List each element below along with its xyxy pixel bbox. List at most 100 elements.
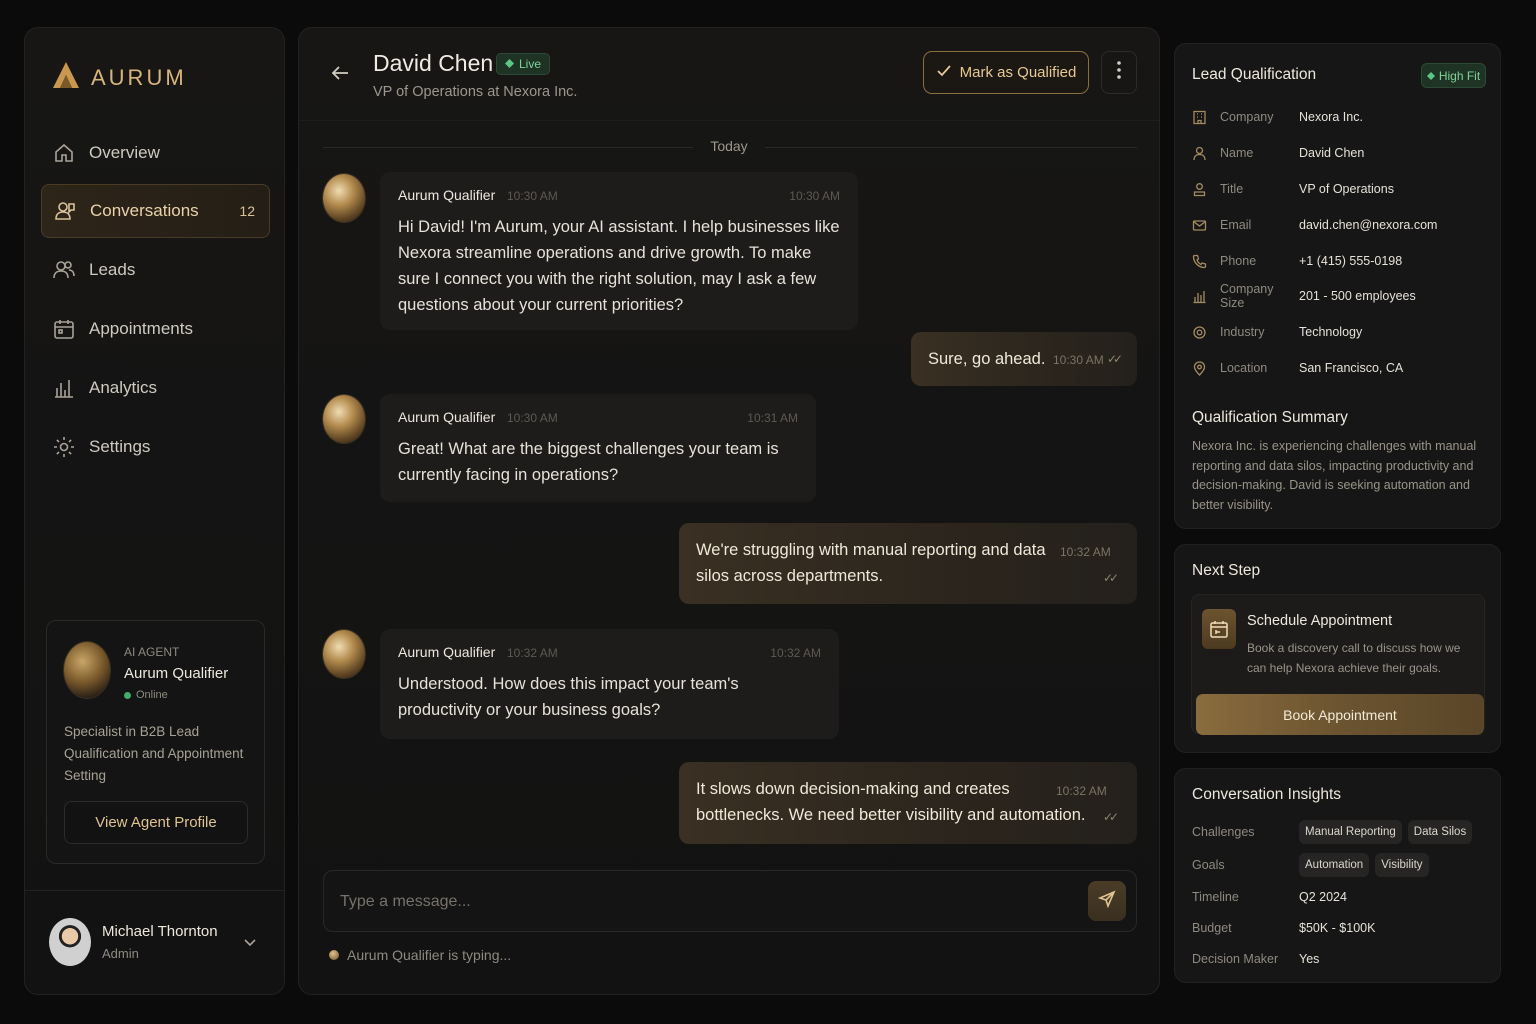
- message-input[interactable]: [340, 889, 1060, 915]
- message-time: 10:32 AM: [507, 646, 558, 660]
- sidebar-item-leads[interactable]: Leads: [41, 243, 270, 297]
- mark-as-qualified-button[interactable]: Mark as Qualified: [923, 51, 1089, 94]
- phone-icon: [1192, 254, 1220, 269]
- brand-name: AURUM: [91, 64, 187, 90]
- agent-message-avatar: [323, 174, 365, 222]
- field-label: Email: [1220, 218, 1252, 232]
- building-icon: [1192, 110, 1220, 125]
- field-value: Nexora Inc.: [1299, 110, 1363, 124]
- conversations-count-badge: 12: [239, 203, 255, 219]
- field-value: 201 - 500 employees: [1299, 289, 1416, 303]
- message-time: 10:30 AM: [1053, 353, 1104, 367]
- divider: [299, 120, 1159, 121]
- message-text: We're struggling with manual reporting a…: [696, 541, 1046, 585]
- field-value[interactable]: +1 (415) 555-0198: [1299, 254, 1402, 268]
- schedule-description: Book a discovery call to discuss how we …: [1247, 641, 1461, 675]
- back-arrow-icon[interactable]: [329, 62, 351, 89]
- day-separator: Today: [323, 138, 1137, 158]
- typing-indicator: Aurum Qualifier is typing...: [329, 947, 511, 963]
- brand-logo[interactable]: AURUM: [51, 60, 187, 95]
- double-check-icon: ✓✓: [1107, 352, 1123, 366]
- sidebar: AURUM Overview Conversations 12 Leads Ap…: [24, 27, 285, 995]
- insight-goals: Goals Automation Visibility: [1192, 853, 1492, 877]
- message-time: 10:30 AM: [507, 411, 558, 425]
- insight-label: Goals: [1192, 858, 1225, 872]
- field-value: Technology: [1299, 325, 1363, 339]
- field-value[interactable]: david.chen@nexora.com: [1299, 218, 1437, 232]
- agent-message: Aurum Qualifier 10:30 AM 10:30 AM Hi Dav…: [380, 172, 858, 330]
- field-label: Phone: [1220, 254, 1257, 268]
- chevron-down-icon[interactable]: [241, 933, 259, 956]
- day-label: Today: [710, 138, 748, 154]
- location-pin-icon: [1192, 360, 1220, 376]
- agent-typing-avatar: [329, 950, 339, 960]
- conversations-icon: [54, 200, 76, 222]
- user-avatar[interactable]: [49, 918, 91, 966]
- message-time-right: 10:30 AM: [789, 189, 840, 203]
- challenge-tag: Data Silos: [1407, 820, 1473, 844]
- field-name: Name David Chen: [1192, 143, 1492, 163]
- book-appointment-button[interactable]: Book Appointment: [1196, 694, 1484, 735]
- field-title: Title VP of Operations: [1192, 179, 1492, 199]
- message-text: It slows down decision-making and create…: [696, 780, 1086, 824]
- more-vertical-icon: [1117, 61, 1121, 84]
- qualification-summary-title: Qualification Summary: [1192, 409, 1348, 426]
- message-time: 10:32 AM: [1060, 545, 1111, 559]
- home-icon: [53, 142, 75, 164]
- diamond-icon: [1426, 69, 1435, 83]
- field-label: Company Size: [1220, 282, 1274, 310]
- message-time-right: 10:31 AM: [747, 411, 798, 425]
- sidebar-item-overview[interactable]: Overview: [41, 126, 270, 180]
- message-time: 10:32 AM: [1056, 784, 1107, 798]
- conversation-panel: David Chen Live VP of Operations at Nexo…: [298, 27, 1160, 995]
- field-value: San Francisco, CA: [1299, 361, 1404, 375]
- goal-tag: Visibility: [1375, 853, 1429, 877]
- insight-budget: Budget $50K - $100K: [1192, 916, 1492, 940]
- sidebar-item-conversations[interactable]: Conversations 12: [41, 184, 270, 238]
- message-text: Understood. How does this impact your te…: [398, 675, 739, 719]
- sidebar-item-label: Leads: [89, 260, 136, 279]
- message-text: Sure, go ahead.: [928, 350, 1046, 368]
- send-icon: [1097, 889, 1116, 913]
- panel-title: Lead Qualification: [1192, 66, 1317, 83]
- send-button[interactable]: [1088, 881, 1126, 921]
- agent-name: Aurum Qualifier: [124, 665, 229, 682]
- sidebar-item-analytics[interactable]: Analytics: [41, 361, 270, 415]
- sidebar-item-label: Appointments: [89, 319, 193, 338]
- double-check-icon: ✓✓: [1103, 571, 1119, 585]
- schedule-appointment-card: Schedule Appointment Book a discovery ca…: [1191, 594, 1485, 735]
- message-sender: Aurum Qualifier: [398, 187, 496, 203]
- conversation-insights-panel: Conversation Insights Challenges Manual …: [1174, 768, 1501, 983]
- field-email: Email david.chen@nexora.com: [1192, 215, 1492, 235]
- live-label: Live: [519, 57, 542, 71]
- insight-timeline: Timeline Q2 2024: [1192, 885, 1492, 909]
- ai-agent-card: AI AGENT Aurum Qualifier Online Speciali…: [46, 620, 265, 864]
- message-sender: Aurum Qualifier: [398, 644, 496, 660]
- sidebar-item-label: Analytics: [89, 378, 158, 397]
- agent-status-label: Online: [136, 689, 168, 701]
- message-text: Great! What are the biggest challenges y…: [398, 440, 779, 484]
- message-text: Hi David! I'm Aurum, your AI assistant. …: [398, 218, 840, 314]
- insight-decision-maker: Decision Maker Yes: [1192, 947, 1492, 971]
- agent-message: Aurum Qualifier 10:32 AM 10:32 AM Unders…: [380, 629, 839, 739]
- panel-title: Conversation Insights: [1192, 786, 1342, 803]
- user-name[interactable]: Michael Thornton: [102, 923, 218, 940]
- view-agent-profile-button[interactable]: View Agent Profile: [64, 801, 248, 844]
- field-label: Company: [1220, 110, 1274, 124]
- agent-kicker: AI AGENT: [124, 645, 180, 659]
- gear-icon: [1192, 325, 1220, 340]
- field-company-size: Company Size 201 - 500 employees: [1192, 282, 1492, 310]
- challenge-tag: Manual Reporting: [1299, 820, 1402, 844]
- sidebar-item-label: Settings: [89, 437, 151, 456]
- field-label: Location: [1220, 361, 1268, 375]
- online-dot-icon: [124, 691, 131, 699]
- sidebar-item-appointments[interactable]: Appointments: [41, 302, 270, 356]
- next-step-panel: Next Step Schedule Appointment Book a di…: [1174, 544, 1501, 753]
- field-industry: Industry Technology: [1192, 322, 1492, 342]
- sidebar-item-settings[interactable]: Settings: [41, 420, 270, 474]
- users-icon: [53, 259, 75, 281]
- more-options-button[interactable]: [1101, 51, 1137, 94]
- typing-text: Aurum Qualifier is typing...: [347, 947, 512, 963]
- field-value: David Chen: [1299, 146, 1365, 160]
- insight-value: $50K - $100K: [1299, 921, 1376, 935]
